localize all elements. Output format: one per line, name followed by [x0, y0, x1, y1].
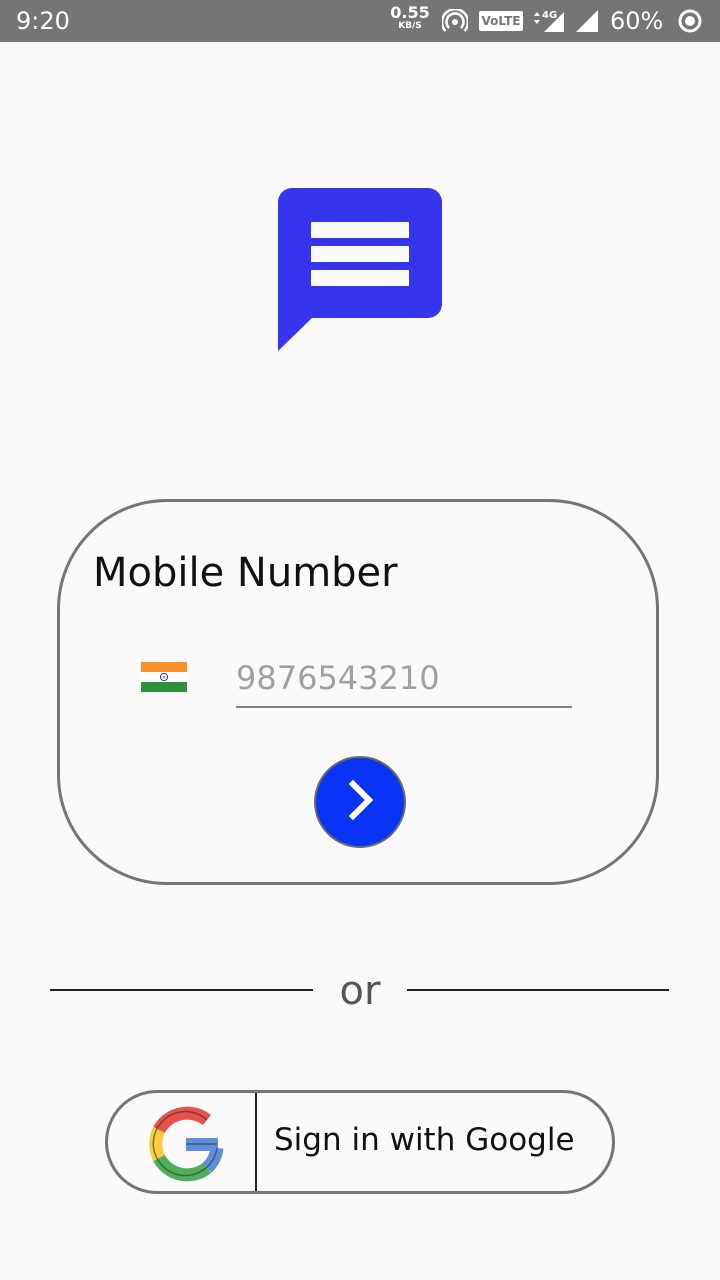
chevron-right-icon	[340, 778, 380, 826]
volte-badge: VoLTE	[479, 11, 523, 31]
card-title: Mobile Number	[93, 550, 398, 596]
google-button-separator	[255, 1093, 257, 1191]
google-signin-label: Sign in with Google	[274, 1122, 575, 1158]
divider-left	[50, 989, 313, 991]
signal-icon	[575, 9, 599, 37]
svg-text:4G: 4G	[542, 10, 557, 21]
google-signin-button[interactable]: Sign in with Google	[105, 1090, 615, 1194]
divider-right	[407, 989, 669, 991]
next-button[interactable]	[314, 756, 406, 848]
phone-input[interactable]	[236, 654, 572, 708]
status-time: 9:20	[16, 7, 70, 35]
divider-or: or	[339, 968, 381, 1014]
battery-percent: 60%	[610, 7, 664, 35]
status-bar: 9:20 0.55 KB/S VoLTE 4G 60%	[0, 0, 720, 42]
signal-4g-icon: 4G	[532, 8, 566, 38]
google-g-icon	[146, 1105, 224, 1187]
net-speed-value: 0.55	[390, 3, 430, 22]
net-speed-unit: KB/S	[398, 21, 422, 31]
login-card: Mobile Number	[57, 499, 659, 885]
chat-bubble-icon	[278, 188, 442, 356]
hotspot-icon	[440, 7, 470, 39]
india-flag-icon	[141, 662, 187, 692]
net-speed: 0.55 KB/S	[388, 5, 432, 32]
battery-icon	[678, 9, 702, 37]
